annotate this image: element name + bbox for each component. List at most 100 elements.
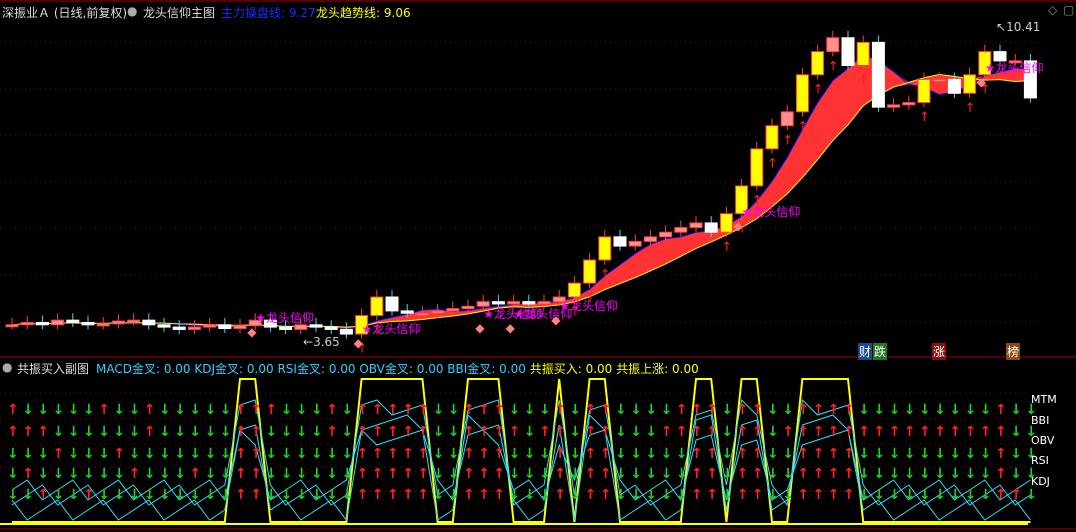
badge-bang[interactable]: 榜 (1006, 343, 1021, 360)
down-arrow-icon: ↓ (448, 424, 460, 440)
up-arrow-icon: ↑ (7, 424, 19, 440)
down-arrow-icon: ↓ (645, 424, 657, 440)
up-arrow-icon: ↑ (357, 466, 369, 482)
up-arrow-icon: ↑ (53, 446, 65, 462)
diamond-icon[interactable]: ◇ (1048, 3, 1057, 17)
candle (537, 301, 551, 305)
up-arrow-icon: ↑ (478, 402, 490, 418)
up-arrow-icon: ↑ (372, 487, 384, 503)
down-arrow-icon: ↓ (37, 402, 49, 418)
down-arrow-icon: ↓ (965, 402, 977, 418)
stock-name[interactable]: 深振业Ａ (日线,前复权) (2, 4, 127, 21)
up-arrow-icon: ↑ (509, 424, 521, 440)
down-arrow-icon: ↓ (189, 424, 201, 440)
down-arrow-icon: ↓ (949, 466, 961, 482)
up-arrow-icon: ↑ (554, 424, 566, 440)
down-arrow-icon: ↓ (433, 402, 445, 418)
up-arrow-icon: ↑ (554, 402, 566, 418)
down-arrow-icon: ↓ (174, 402, 186, 418)
down-arrow-icon: ↓ (68, 466, 80, 482)
up-arrow-icon: ↑ (402, 446, 414, 462)
down-arrow-icon: ↓ (509, 466, 521, 482)
down-arrow-icon: ↓ (281, 466, 293, 482)
down-arrow-icon: ↓ (296, 424, 308, 440)
down-arrow-icon: ↓ (189, 446, 201, 462)
up-arrow-icon: ↑ (357, 487, 369, 503)
down-arrow-icon: ↓ (645, 402, 657, 418)
candle (35, 321, 49, 326)
up-arrow-icon: ↑ (372, 424, 384, 440)
down-arrow-icon: ↓ (7, 446, 19, 462)
down-arrow-icon: ↓ (980, 487, 992, 503)
badge-zhang[interactable]: 涨 (932, 343, 947, 360)
down-arrow-icon: ↓ (311, 424, 323, 440)
down-arrow-icon: ↓ (205, 424, 217, 440)
up-arrow-icon: ↑ (235, 466, 247, 482)
up-arrow-icon: ↑ (98, 402, 110, 418)
candle (339, 328, 353, 335)
down-arrow-icon: ↓ (873, 446, 885, 462)
down-arrow-icon: ↓ (22, 487, 34, 503)
up-arrow-icon: ↑ (417, 402, 429, 418)
down-arrow-icon: ↓ (949, 446, 961, 462)
dragon-trend-line (11, 74, 1031, 328)
low-price-label: ←3.65 (303, 335, 340, 349)
up-arrow-icon: ↑ (463, 446, 475, 462)
badge-die[interactable]: 跌 (873, 343, 888, 360)
up-arrow-icon: ↑ (235, 424, 247, 440)
up-arrow-icon: ↑ (904, 424, 916, 440)
down-arrow-icon: ↓ (630, 487, 642, 503)
down-arrow-icon: ↓ (53, 424, 65, 440)
buy-arrow: ↑ (919, 110, 930, 125)
candle (309, 324, 323, 328)
down-arrow-icon: ↓ (68, 446, 80, 462)
candle (932, 78, 946, 82)
up-arrow-icon: ↑ (357, 424, 369, 440)
candle (461, 305, 475, 310)
down-arrow-icon: ↓ (98, 446, 110, 462)
up-arrow-icon: ↑ (691, 424, 703, 440)
candle (279, 326, 293, 330)
down-arrow-icon: ↓ (220, 424, 232, 440)
up-arrow-icon: ↑ (22, 466, 34, 482)
down-arrow-icon: ↓ (341, 466, 353, 482)
down-arrow-icon: ↓ (767, 446, 779, 462)
window-icon[interactable]: ▢ (1063, 3, 1074, 17)
up-arrow-icon: ↑ (585, 402, 597, 418)
candle (415, 312, 429, 316)
up-arrow-icon: ↑ (737, 402, 749, 418)
diamond-icon: ◆ (354, 336, 364, 350)
down-arrow-icon: ↓ (509, 487, 521, 503)
up-arrow-icon: ↑ (661, 424, 673, 440)
dropdown-icon[interactable]: ● (127, 4, 137, 18)
down-arrow-icon: ↓ (281, 424, 293, 440)
buy-arrow: ↑ (858, 73, 869, 88)
up-arrow-icon: ↑ (706, 446, 718, 462)
badge-cai[interactable]: 财 (858, 343, 873, 360)
down-arrow-icon: ↓ (980, 466, 992, 482)
candle (111, 320, 125, 325)
down-arrow-icon: ↓ (782, 466, 794, 482)
down-arrow-icon: ↓ (205, 402, 217, 418)
up-arrow-icon: ↑ (554, 466, 566, 482)
down-arrow-icon: ↓ (159, 466, 171, 482)
down-arrow-icon: ↓ (341, 424, 353, 440)
dragon-signal-label: ★龙头信仰 (742, 204, 801, 219)
down-arrow-icon: ↓ (68, 424, 80, 440)
up-arrow-icon: ↑ (813, 466, 825, 482)
up-arrow-icon: ↑ (949, 424, 961, 440)
down-arrow-icon: ↓ (326, 446, 338, 462)
down-arrow-icon: ↓ (189, 402, 201, 418)
up-arrow-icon: ↑ (980, 424, 992, 440)
down-arrow-icon: ↓ (524, 424, 536, 440)
buy-arrow: ↑ (813, 82, 824, 97)
up-arrow-icon: ↑ (463, 424, 475, 440)
down-arrow-icon: ↓ (53, 402, 65, 418)
sub-dropdown-icon[interactable]: ● (2, 360, 12, 374)
up-arrow-icon: ↑ (493, 402, 505, 418)
candle (370, 296, 384, 317)
up-arrow-icon: ↑ (387, 466, 399, 482)
up-arrow-icon: ↑ (995, 424, 1007, 440)
up-arrow-icon: ↑ (493, 466, 505, 482)
up-arrow-icon: ↑ (706, 466, 718, 482)
